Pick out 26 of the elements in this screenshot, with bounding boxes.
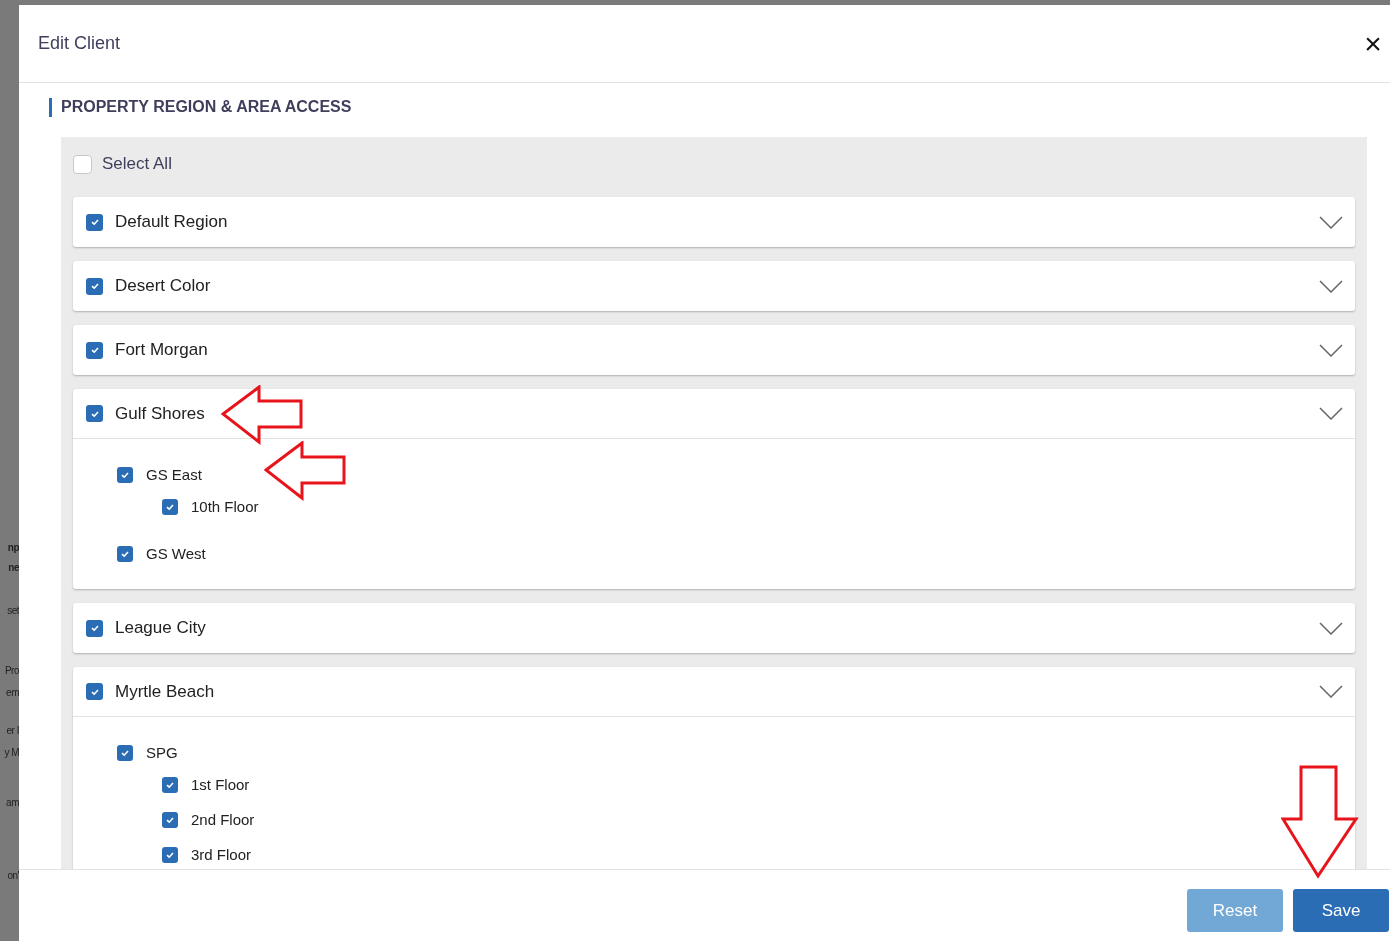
background-text: on' [7, 869, 19, 883]
region-label: Myrtle Beach [115, 680, 216, 703]
save-button[interactable]: Save [1293, 889, 1389, 932]
background-text: np [7, 541, 19, 555]
dialog-title: Edit Client [38, 32, 121, 55]
background-text: set [7, 604, 19, 618]
region-label: Fort Morgan [115, 339, 209, 362]
region-label: Desert Color [115, 275, 212, 298]
area-label: SPG [146, 742, 178, 763]
background-text: am [6, 796, 19, 810]
area-label: GS West [146, 543, 206, 564]
background-text: y M [4, 746, 19, 760]
section-title: PROPERTY REGION & AREA ACCESS [61, 97, 352, 117]
background-text: Pro [4, 664, 19, 678]
region-label: League City [115, 617, 207, 640]
close-button[interactable]: × [1360, 28, 1386, 59]
area-label: 1st Floor [191, 774, 250, 795]
region-label: Gulf Shores [115, 402, 206, 425]
area-label: GS East [146, 464, 202, 485]
region-label: Default Region [115, 211, 229, 234]
select-all-checkbox[interactable]: Select All [73, 153, 1355, 175]
area-label: 10th Floor [191, 496, 259, 517]
area-label: 3rd Floor [191, 844, 252, 865]
background-text: em [6, 686, 19, 700]
area-label: 2nd Floor [191, 809, 255, 830]
background-text: ne [8, 561, 19, 575]
